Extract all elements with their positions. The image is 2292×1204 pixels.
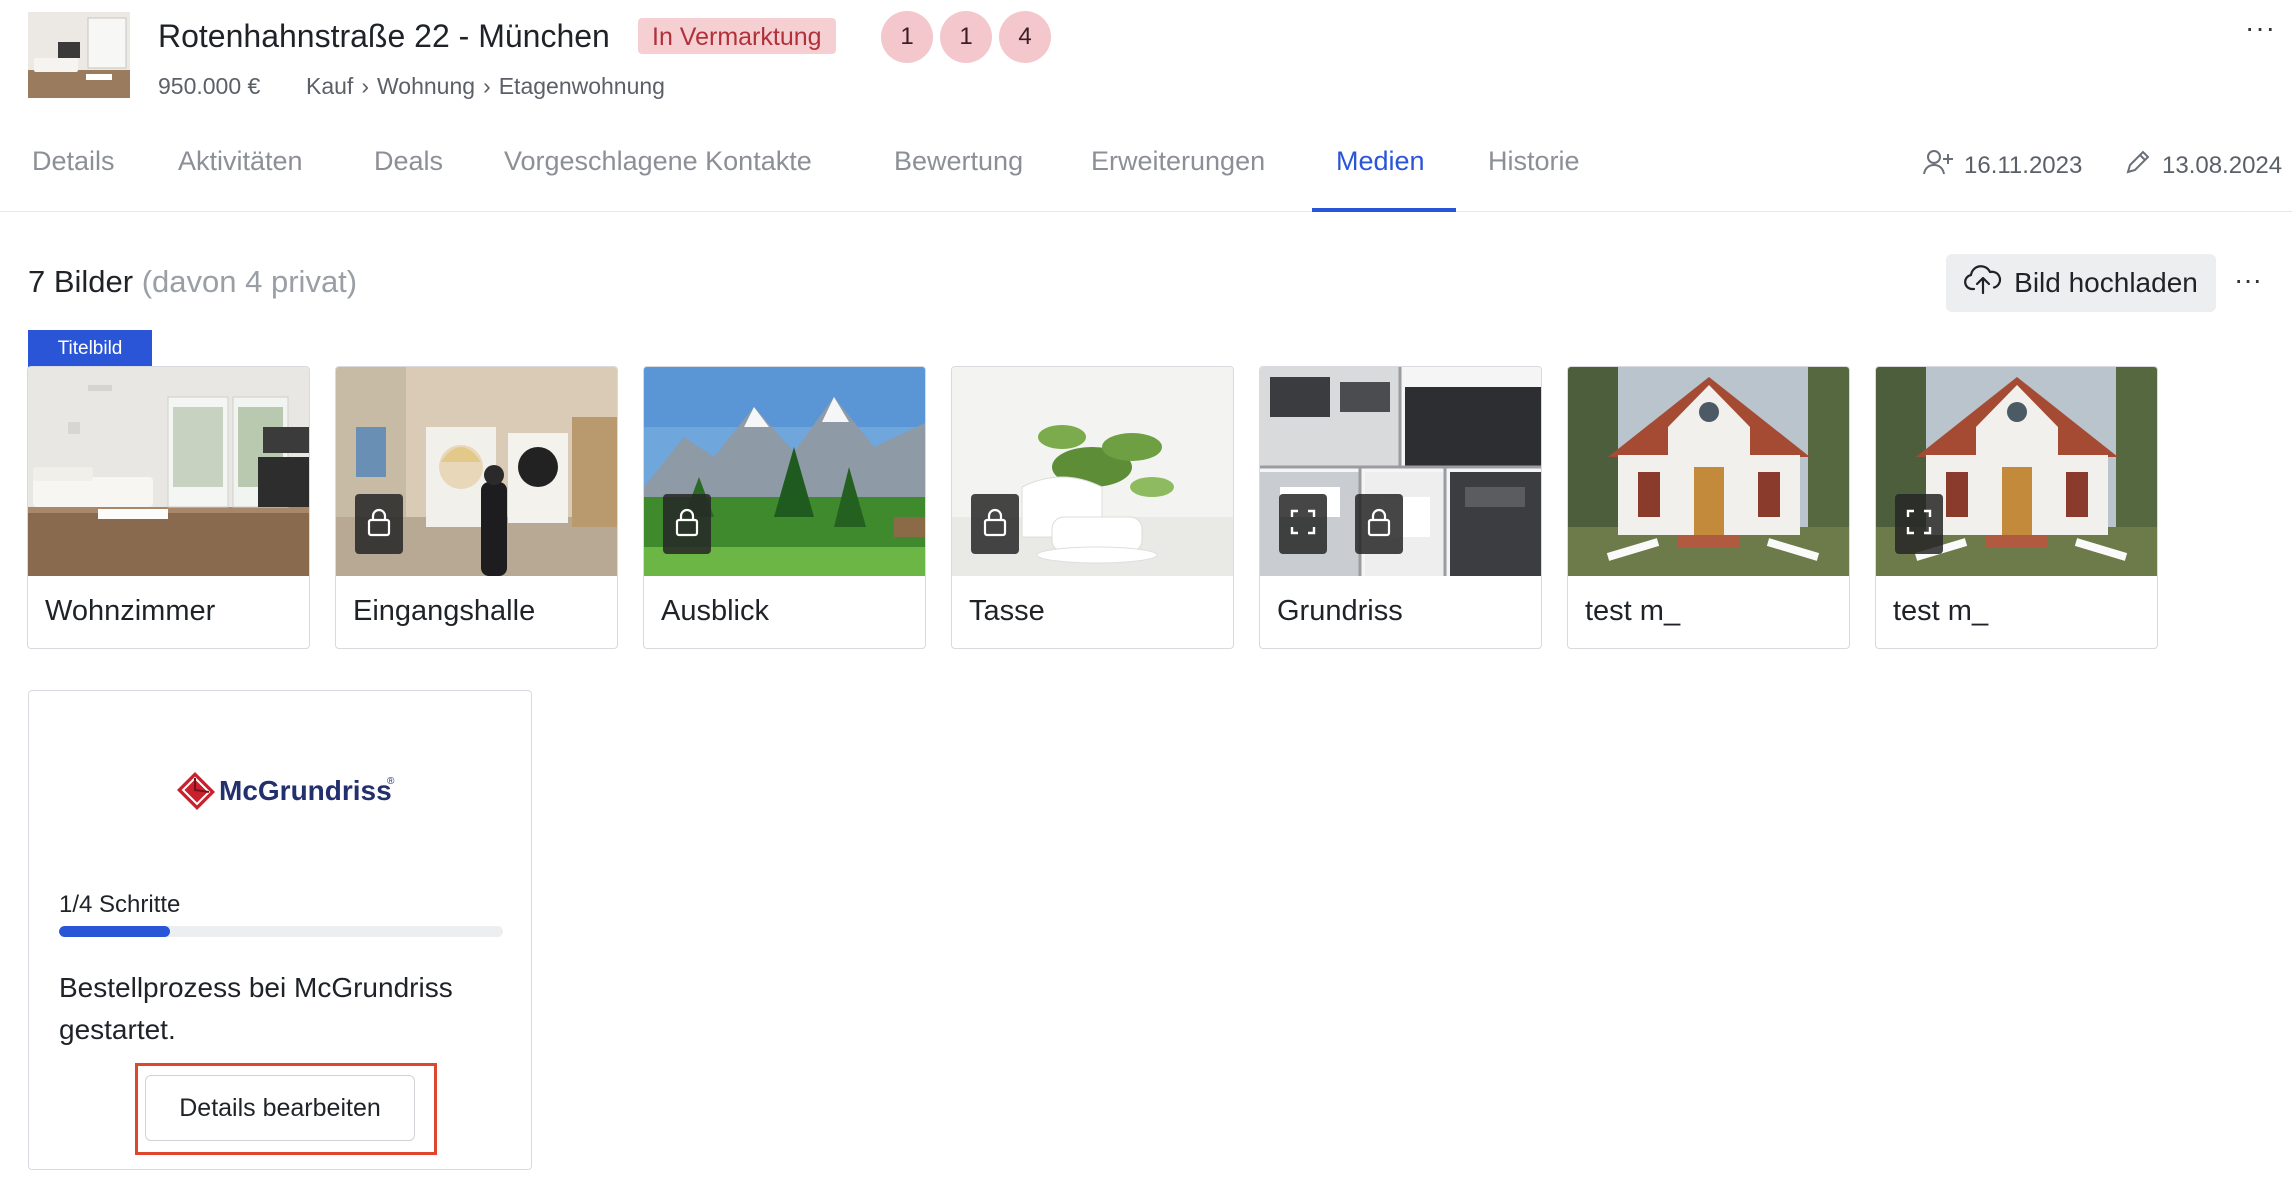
lock-icon xyxy=(982,507,1008,542)
status-badge[interactable]: In Vermarktung xyxy=(638,18,836,54)
image-card[interactable]: Eingangshalle xyxy=(335,366,618,649)
counter-badges: 1 1 4 xyxy=(881,11,1051,63)
registered-mark: ® xyxy=(387,776,395,787)
lock-icon xyxy=(674,507,700,542)
expand-icon xyxy=(1289,508,1317,541)
upload-image-button[interactable]: Bild hochladen xyxy=(1946,254,2216,312)
tab-erweiterungen[interactable]: Erweiterungen xyxy=(1091,146,1265,177)
image-card[interactable]: test m_ xyxy=(1875,366,2158,649)
modified-date: 13.08.2024 xyxy=(2124,148,2282,183)
tab-medien[interactable]: Medien xyxy=(1336,146,1425,177)
image-label: test m_ xyxy=(1893,595,1989,627)
breadcrumb-item: Etagenwohnung xyxy=(498,73,665,99)
counter-badge[interactable]: 1 xyxy=(881,11,933,63)
upload-image-label: Bild hochladen xyxy=(2014,267,2198,298)
image-card[interactable]: Ausblick xyxy=(643,366,926,649)
active-tab-indicator xyxy=(1312,208,1456,212)
user-add-icon xyxy=(1922,148,1954,183)
tab-deals[interactable]: Deals xyxy=(374,146,443,177)
image-label: Tasse xyxy=(969,595,1045,627)
private-image-indicator xyxy=(663,494,711,554)
mcgrundriss-logo-text: McGrundriss xyxy=(219,775,392,806)
image-card[interactable]: Grundriss xyxy=(1259,366,1542,649)
breadcrumb-item: Wohnung xyxy=(377,73,476,99)
image-card[interactable]: Wohnzimmer xyxy=(27,366,310,649)
title-image-badge: Titelbild xyxy=(28,330,152,368)
images-count: 7 Bilder xyxy=(28,264,134,299)
expand-icon xyxy=(1905,508,1933,541)
steps-progress-bar xyxy=(59,926,503,937)
image-label: Eingangshalle xyxy=(353,595,536,627)
edit-details-button[interactable]: Details bearbeiten xyxy=(145,1075,415,1141)
property-header: Rotenhahnstraße 22 - München In Vermarkt… xyxy=(0,0,2292,130)
tab-bewertung[interactable]: Bewertung xyxy=(894,146,1023,177)
image-label: Wohnzimmer xyxy=(45,595,216,627)
image-thumbnail xyxy=(1568,367,1849,576)
order-status-text: Bestellprozess bei McGrundriss gestartet… xyxy=(59,972,453,1045)
private-image-indicator xyxy=(971,494,1019,554)
header-more-button[interactable]: ··· xyxy=(2245,12,2276,44)
image-card[interactable]: test m_ xyxy=(1567,366,1850,649)
breadcrumb: Kauf › Wohnung › Etagenwohnung xyxy=(306,73,665,100)
pencil-icon xyxy=(2124,148,2152,183)
created-date-value: 16.11.2023 xyxy=(1964,151,2083,179)
images-more-button[interactable]: ··· xyxy=(2234,264,2262,296)
modified-date-value: 13.08.2024 xyxy=(2162,151,2283,179)
image-label: Ausblick xyxy=(661,595,769,627)
steps-progress-fill xyxy=(59,926,170,937)
floorplan-indicator xyxy=(1895,494,1943,554)
image-card[interactable]: Tasse xyxy=(951,366,1234,649)
lock-icon xyxy=(366,507,392,542)
image-label: test m_ xyxy=(1585,595,1681,627)
property-title: Rotenhahnstraße 22 - München xyxy=(158,18,610,54)
tab-bar: Details Aktivitäten Deals Vorgeschlagene… xyxy=(0,130,2292,212)
tab-vorgeschlagene-kontakte[interactable]: Vorgeschlagene Kontakte xyxy=(504,146,812,177)
tab-details[interactable]: Details xyxy=(32,146,115,177)
breadcrumb-separator: › xyxy=(483,73,491,99)
created-date: 16.11.2023 xyxy=(1922,148,2082,183)
images-private-count: (davon 4 privat) xyxy=(141,264,358,299)
steps-label: 1/4 Schritte xyxy=(59,891,181,918)
cloud-upload-icon xyxy=(1964,264,2002,302)
breadcrumb-item: Kauf xyxy=(306,73,354,99)
images-count-heading: 7 Bilder (davon 4 privat) xyxy=(28,264,357,300)
mcgrundriss-order-card: McGrundriss ® 1/4 Schritte Bestellprozes… xyxy=(28,690,532,1170)
tab-historie[interactable]: Historie xyxy=(1488,146,1580,177)
image-thumbnail xyxy=(28,367,309,576)
tab-aktivitaeten[interactable]: Aktivitäten xyxy=(178,146,303,177)
mcgrundriss-logo: McGrundriss ® xyxy=(173,766,403,821)
property-price: 950.000 € xyxy=(158,73,261,99)
floorplan-indicator xyxy=(1279,494,1327,554)
lock-icon xyxy=(1366,507,1392,542)
property-thumbnail[interactable] xyxy=(28,12,130,98)
private-image-indicator xyxy=(1355,494,1403,554)
image-label: Grundriss xyxy=(1277,595,1403,627)
breadcrumb-separator: › xyxy=(361,73,369,99)
counter-badge[interactable]: 1 xyxy=(940,11,992,63)
counter-badge[interactable]: 4 xyxy=(999,11,1051,63)
private-image-indicator xyxy=(355,494,403,554)
